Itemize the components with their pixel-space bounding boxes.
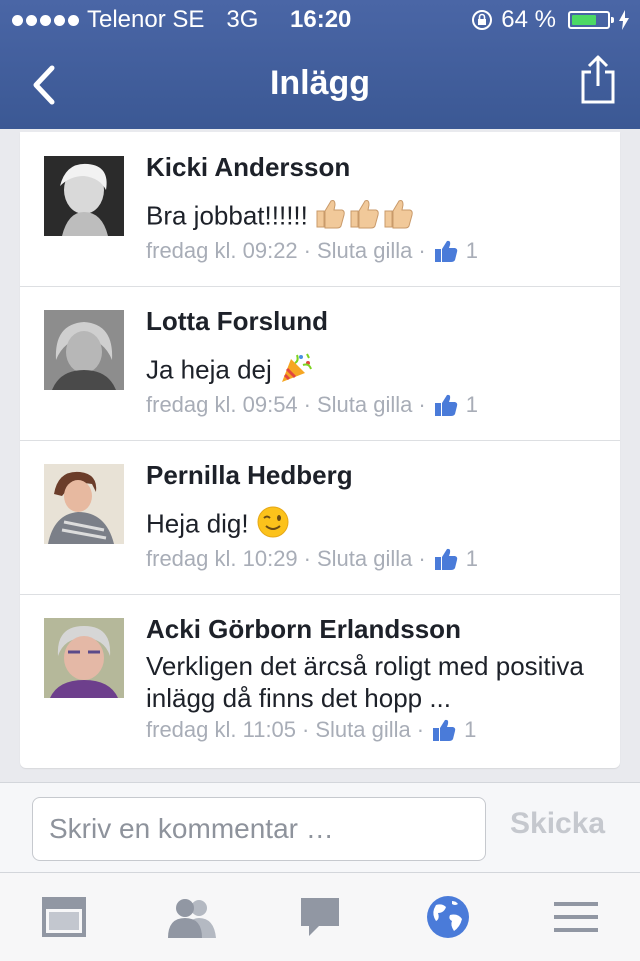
share-icon <box>581 55 615 104</box>
comment-timestamp[interactable]: fredag kl. 09:22 <box>146 238 298 264</box>
unlike-link[interactable]: Sluta gilla <box>317 238 412 264</box>
avatar[interactable] <box>44 156 124 236</box>
like-icon <box>434 548 457 570</box>
globe-icon <box>427 896 469 938</box>
winking-face-emoji-icon <box>256 505 290 546</box>
comments-list: Kicki Andersson Bra jobbat!!!!!! fredag … <box>20 132 620 768</box>
tab-notifications[interactable] <box>418 891 478 943</box>
comment-input[interactable] <box>32 797 486 861</box>
comment-text: Bra jobbat!!!!!! <box>146 197 606 238</box>
friends-icon <box>168 899 216 938</box>
tab-messages[interactable] <box>290 891 350 943</box>
battery-percentage: 64 % <box>501 6 556 33</box>
comment-body: Heja dig! <box>146 508 249 539</box>
status-bar: Telenor SE 3G 16:20 64 % <box>0 0 640 40</box>
like-icon <box>434 394 457 416</box>
comment-item: Kicki Andersson Bra jobbat!!!!!! fredag … <box>20 132 620 286</box>
like-icon <box>434 240 457 262</box>
unlike-link[interactable]: Sluta gilla <box>317 392 412 418</box>
comment-item: Acki Görborn Erlandsson Verkligen det är… <box>20 595 620 768</box>
comment-timestamp[interactable]: fredag kl. 10:29 <box>146 546 298 572</box>
avatar[interactable] <box>44 310 124 390</box>
comment-timestamp[interactable]: fredag kl. 09:54 <box>146 392 298 418</box>
avatar[interactable] <box>44 464 124 544</box>
comment-text: Verkligen det ärcså roligt med positiva … <box>146 651 584 713</box>
separator: · <box>303 238 311 263</box>
comment-body: Ja heja dej <box>146 354 272 385</box>
comment-meta: fredag kl. 09:54 · Sluta gilla · 1 <box>146 392 478 418</box>
news-feed-icon <box>42 897 86 937</box>
like-icon <box>433 719 456 741</box>
unlike-link[interactable]: Sluta gilla <box>315 717 410 743</box>
comment-composer: Skicka <box>0 782 640 873</box>
comment-meta: fredag kl. 11:05 · Sluta gilla · 1 <box>146 717 476 743</box>
send-button[interactable]: Skicka <box>510 807 605 841</box>
battery-icon <box>568 11 614 29</box>
status-time: 16:20 <box>290 6 352 33</box>
tab-friends[interactable] <box>162 891 222 943</box>
comment-author[interactable]: Acki Görborn Erlandsson <box>146 614 461 645</box>
comment-author[interactable]: Kicki Andersson <box>146 152 350 183</box>
charging-bolt-icon <box>619 10 629 30</box>
rotation-lock-icon <box>472 10 493 30</box>
comment-item: Pernilla Hedberg Heja dig! fredag kl. 10… <box>20 441 620 594</box>
tab-menu[interactable] <box>546 891 606 943</box>
separator: · <box>418 392 426 417</box>
comment-text: Heja dig! <box>146 505 606 546</box>
comment-timestamp[interactable]: fredag kl. 11:05 <box>146 717 296 743</box>
like-count[interactable]: 1 <box>466 392 478 418</box>
avatar[interactable] <box>44 618 124 698</box>
like-count[interactable]: 1 <box>466 238 478 264</box>
comment-text: Ja heja dej <box>146 351 606 392</box>
network-type: 3G <box>226 6 259 33</box>
messages-icon <box>301 898 339 936</box>
thumbs-up-emoji-icon <box>315 197 415 238</box>
like-count[interactable]: 1 <box>466 546 478 572</box>
separator: · <box>303 546 311 571</box>
tab-news-feed[interactable] <box>34 891 94 943</box>
navigation-bar: Inlägg <box>0 40 640 129</box>
page-title: Inlägg <box>269 64 371 102</box>
signal-strength-icon <box>12 14 79 26</box>
menu-icon <box>554 902 598 932</box>
separator: · <box>303 392 311 417</box>
comment-body: Bra jobbat!!!!!! <box>146 200 308 231</box>
comment-item: Lotta Forslund Ja heja dej fredag kl. 09… <box>20 287 620 440</box>
comment-author[interactable]: Pernilla Hedberg <box>146 460 353 491</box>
separator: · <box>416 717 425 742</box>
tab-bar <box>0 872 640 961</box>
comment-author[interactable]: Lotta Forslund <box>146 306 328 337</box>
comment-meta: fredag kl. 09:22 · Sluta gilla · 1 <box>146 238 478 264</box>
comment-meta: fredag kl. 10:29 · Sluta gilla · 1 <box>146 546 478 572</box>
party-popper-emoji-icon <box>279 351 313 392</box>
top-bar: Telenor SE 3G 16:20 64 % Inlägg <box>0 0 640 129</box>
unlike-link[interactable]: Sluta gilla <box>317 546 412 572</box>
separator: · <box>418 238 426 263</box>
separator: · <box>418 546 426 571</box>
separator: · <box>302 717 310 742</box>
share-button[interactable] <box>578 54 618 106</box>
carrier-name: Telenor SE <box>87 6 205 33</box>
like-count[interactable]: 1 <box>464 717 476 743</box>
